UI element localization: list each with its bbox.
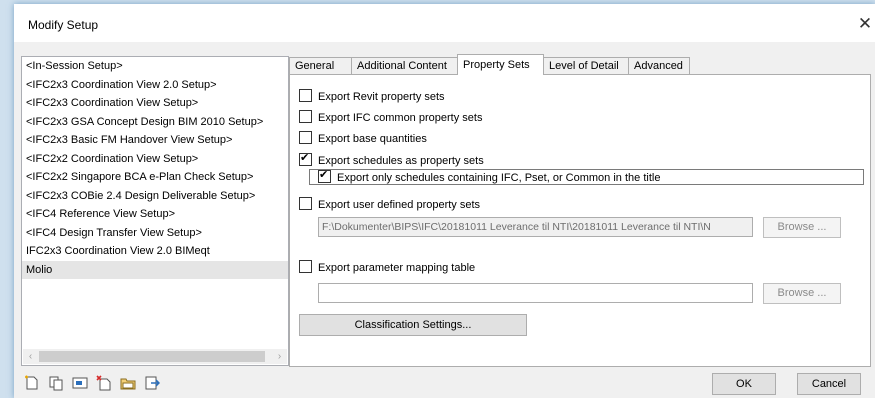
export-base-quantities-row[interactable]: Export base quantities xyxy=(299,131,427,145)
tab-advanced[interactable]: Advanced xyxy=(628,57,690,75)
export-ifc-common-row[interactable]: Export IFC common property sets xyxy=(299,110,482,124)
setup-list-item[interactable]: <In-Session Setup> xyxy=(22,57,288,76)
export-only-schedules-checkbox[interactable] xyxy=(318,168,331,183)
export-user-defined-checkbox[interactable] xyxy=(299,197,312,210)
setup-list-item[interactable]: Molio xyxy=(22,260,288,279)
setup-list-item[interactable]: <IFC2x3 COBie 2.4 Design Deliverable Set… xyxy=(22,187,288,206)
scroll-thumb[interactable] xyxy=(39,351,265,362)
mapping-path-field[interactable] xyxy=(318,283,753,303)
tab-additional-content[interactable]: Additional Content xyxy=(351,57,458,75)
browse-mapping-button[interactable]: Browse ... xyxy=(763,283,841,304)
export-only-schedules-label: Export only schedules containing IFC, Ps… xyxy=(337,172,661,184)
setup-list-item[interactable]: IFC2x3 Coordination View 2.0 BIMeqt xyxy=(22,242,288,261)
setup-list-item[interactable]: <IFC2x2 Coordination View Setup> xyxy=(22,150,288,169)
property-sets-panel: Export Revit property sets Export IFC co… xyxy=(289,74,871,367)
export-revit-checkbox[interactable] xyxy=(299,89,312,102)
cancel-button[interactable]: Cancel xyxy=(797,373,861,395)
scroll-right-icon[interactable]: › xyxy=(272,349,287,364)
window-title: Modify Setup xyxy=(28,18,99,32)
export-base-quantities-label: Export base quantities xyxy=(318,133,427,145)
export-only-schedules-row[interactable]: Export only schedules containing IFC, Ps… xyxy=(318,168,661,184)
setup-list-item[interactable]: <IFC4 Design Transfer View Setup> xyxy=(22,224,288,243)
export-schedules-checkbox[interactable] xyxy=(299,151,312,166)
export-schedules-label: Export schedules as property sets xyxy=(318,155,484,167)
duplicate-setup-icon[interactable] xyxy=(48,375,64,391)
close-icon[interactable]: ✕ xyxy=(855,15,875,33)
title-bar: Modify Setup ✕ xyxy=(14,4,875,42)
new-setup-icon[interactable] xyxy=(24,375,40,391)
horizontal-scrollbar[interactable]: ‹ › xyxy=(23,349,287,364)
dialog-body: <In-Session Setup> <IFC2x3 Coordination V… xyxy=(14,42,875,398)
setup-list-item[interactable]: <IFC4 Reference View Setup> xyxy=(22,205,288,224)
export-mapping-checkbox[interactable] xyxy=(299,260,312,273)
export-base-quantities-checkbox[interactable] xyxy=(299,131,312,144)
tab-property-sets[interactable]: Property Sets xyxy=(457,54,544,75)
delete-setup-icon[interactable] xyxy=(96,375,112,391)
export-mapping-row[interactable]: Export parameter mapping table xyxy=(299,260,475,274)
tab-level-of-detail[interactable]: Level of Detail xyxy=(543,57,629,75)
setup-list[interactable]: <In-Session Setup> <IFC2x3 Coordination V… xyxy=(21,56,289,366)
setup-list-item[interactable]: <IFC2x2 Singapore BCA e-Plan Check Setup… xyxy=(22,168,288,187)
export-user-defined-row[interactable]: Export user defined property sets xyxy=(299,197,480,211)
tab-general[interactable]: General xyxy=(289,57,352,75)
export-revit-label: Export Revit property sets xyxy=(318,91,445,103)
export-user-defined-label: Export user defined property sets xyxy=(318,199,481,211)
export-revit-row[interactable]: Export Revit property sets xyxy=(299,89,445,103)
setup-list-item[interactable]: <IFC2x3 Coordination View 2.0 Setup> xyxy=(22,76,288,95)
setup-list-item[interactable]: <IFC2x3 Basic FM Handover View Setup> xyxy=(22,131,288,150)
export-setup-icon[interactable] xyxy=(144,375,160,391)
export-ifc-common-checkbox[interactable] xyxy=(299,110,312,123)
export-ifc-common-label: Export IFC common property sets xyxy=(318,112,483,124)
export-schedules-row[interactable]: Export schedules as property sets xyxy=(299,151,484,167)
ok-button[interactable]: OK xyxy=(712,373,776,395)
import-setup-icon[interactable] xyxy=(120,375,136,391)
setup-list-item[interactable]: <IFC2x3 GSA Concept Design BIM 2010 Setu… xyxy=(22,113,288,132)
modify-setup-dialog: Modify Setup ✕ <In-Session Setup> <IFC2x3… xyxy=(14,4,875,398)
setup-list-item[interactable]: <IFC2x3 Coordination View Setup> xyxy=(22,94,288,113)
browse-user-defined-button[interactable]: Browse ... xyxy=(763,217,841,238)
scroll-left-icon[interactable]: ‹ xyxy=(23,349,38,364)
rename-setup-icon[interactable] xyxy=(72,375,88,391)
export-mapping-label: Export parameter mapping table xyxy=(318,262,476,274)
classification-settings-button[interactable]: Classification Settings... xyxy=(299,314,527,336)
user-defined-path-field[interactable]: F:\Dokumenter\BIPS\IFC\20181011 Leveranc… xyxy=(318,217,753,237)
